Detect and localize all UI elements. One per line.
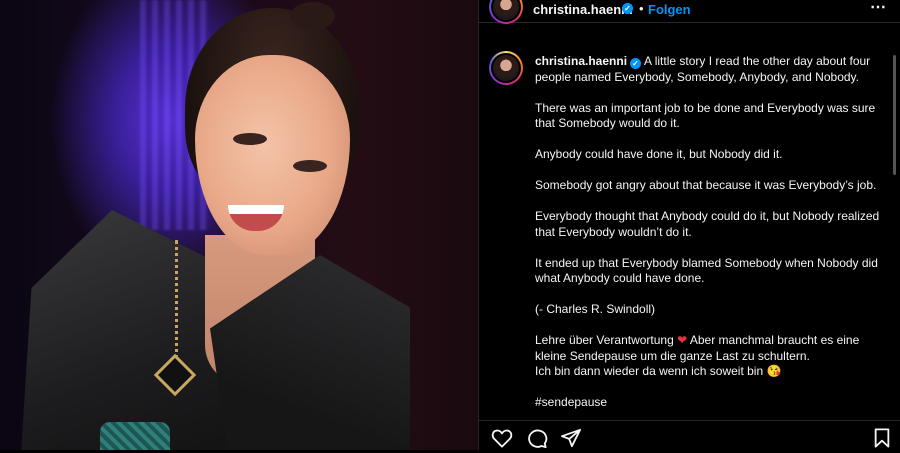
follow-button[interactable]: Folgen (648, 2, 691, 17)
caption-paragraph: Somebody got angry about that because it… (535, 178, 877, 192)
caption-quote-author: (- Charles R. Swindoll) (535, 302, 656, 316)
more-options-icon[interactable]: ⋯ (870, 0, 887, 17)
kiss-emoji-icon: 😘 (766, 364, 782, 378)
post-header: christina.haenni ✓ • Folgen ⋯ (479, 0, 900, 24)
post-caption: christina.haenni ✓ A little story I read t… (535, 54, 887, 426)
red-heart-icon: ❤ (677, 333, 688, 347)
caption-german-text: Lehre über Verantwortung ❤ Aber manchmal… (535, 333, 887, 380)
caption-author-username[interactable]: christina.haenni (535, 54, 627, 68)
author-username[interactable]: christina.haenni (533, 2, 633, 17)
photo-eye-left (233, 133, 267, 145)
post-actions-bar (479, 420, 900, 451)
heart-icon[interactable] (491, 428, 513, 448)
caption-paragraph: Everybody thought that Anybody could do … (535, 209, 880, 239)
caption-paragraph: Anybody could have done it, but Nobody d… (535, 147, 783, 161)
photo-eye-right (293, 160, 327, 172)
author-avatar[interactable] (489, 0, 523, 24)
comment-icon[interactable] (526, 428, 548, 448)
photo-hair-bun (290, 2, 335, 30)
caption-author-avatar[interactable] (489, 51, 523, 85)
bookmark-icon[interactable] (871, 428, 893, 448)
caption-first-paragraph: christina.haenni ✓ A little story I read t… (535, 54, 887, 85)
caption-hashtag[interactable]: #sendepause (535, 395, 887, 411)
caption-german-line2: Ich bin dann wieder da wenn ich soweit b… (535, 364, 764, 378)
photo-lace (100, 422, 170, 450)
caption-german-line1: Lehre über Verantwortung (535, 333, 674, 347)
caption-scrollbar[interactable] (893, 55, 896, 175)
share-icon[interactable] (560, 428, 582, 448)
post-side-panel: christina.haenni ✓ • Folgen ⋯ christina.… (478, 0, 900, 450)
verified-badge-icon: ✓ (630, 58, 642, 69)
caption-paragraph: There was an important job to be done an… (535, 100, 876, 131)
post-photo[interactable] (0, 0, 478, 450)
verified-badge-icon: ✓ (622, 3, 633, 14)
caption-paragraph: It ended up that Everybody blamed Somebo… (535, 255, 878, 286)
header-separator: • (639, 1, 644, 16)
